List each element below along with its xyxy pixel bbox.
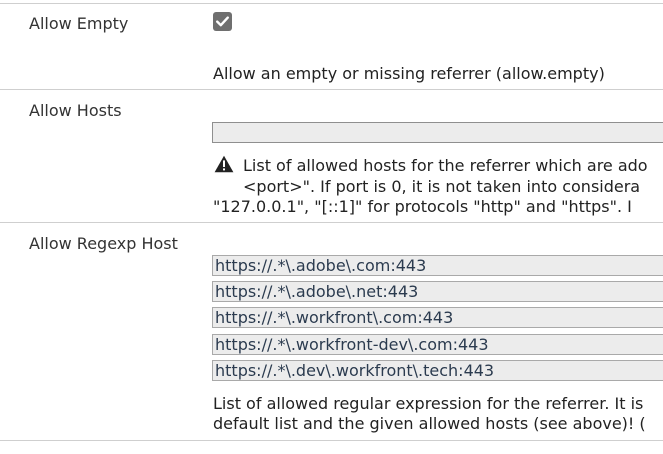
allow-regexp-host-label: Allow Regexp Host — [29, 234, 178, 253]
warning-icon — [214, 155, 234, 173]
regexp-host-input-4[interactable]: https://.*\.workfront-dev\.com:443 — [212, 334, 663, 355]
regexp-host-input-2[interactable]: https://.*\.adobe\.net:443 — [212, 281, 663, 302]
allow-hosts-description-line-2: <port>". If port is 0, it is not taken i… — [243, 177, 641, 196]
allow-hosts-description-line-1: List of allowed hosts for the referrer w… — [243, 156, 648, 175]
allow-hosts-input[interactable] — [212, 122, 663, 143]
allow-hosts-label: Allow Hosts — [29, 101, 122, 120]
regexp-host-input-1[interactable]: https://.*\.adobe\.com:443 — [212, 255, 663, 276]
config-form: Allow Empty Allow an empty or missing re… — [0, 0, 663, 454]
regexp-host-input-3[interactable]: https://.*\.workfront\.com:443 — [212, 307, 663, 328]
allow-hosts-description-line-3: "127.0.0.1", "[::1]" for protocols "http… — [213, 197, 632, 216]
checkmark-icon — [216, 16, 229, 27]
allow-empty-description: Allow an empty or missing referrer (allo… — [213, 64, 605, 83]
allow-regexp-host-description-line-1: List of allowed regular expression for t… — [213, 394, 644, 413]
allow-regexp-host-description-line-2: default list and the given allowed hosts… — [213, 414, 646, 433]
regexp-host-input-5[interactable]: https://.*\.dev\.workfront\.tech:443 — [212, 360, 663, 381]
allow-empty-label: Allow Empty — [29, 14, 129, 33]
allow-empty-checkbox[interactable] — [213, 12, 232, 31]
